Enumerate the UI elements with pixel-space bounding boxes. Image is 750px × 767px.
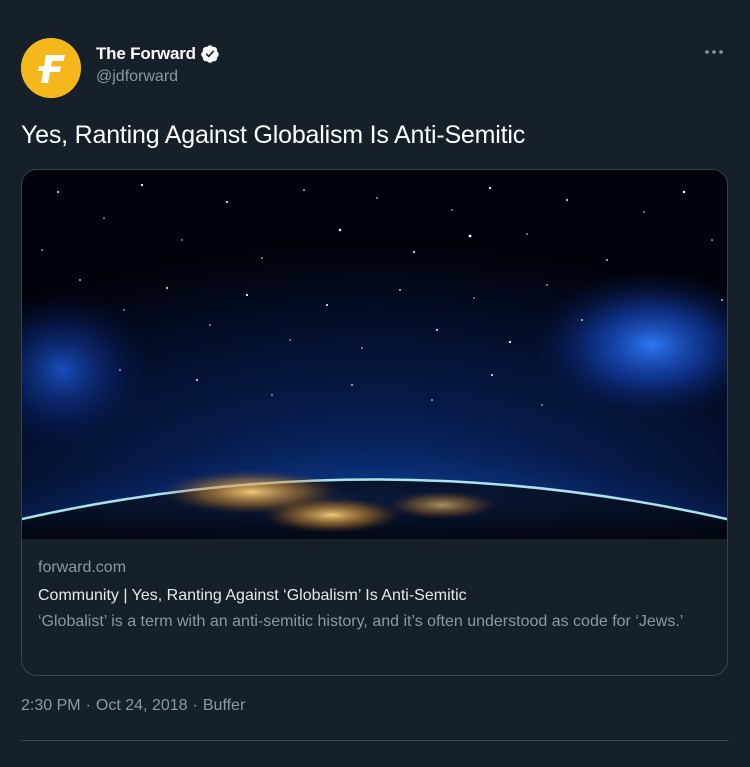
- card-description: ‘Globalist’ is a term with an anti-semit…: [38, 613, 684, 630]
- tweet-date[interactable]: Oct 24, 2018: [96, 697, 188, 715]
- tweet-time[interactable]: 2:30 PM: [21, 697, 81, 715]
- card-title: Community | Yes, Ranting Against ‘Global…: [38, 587, 467, 604]
- forward-logo-icon: [21, 38, 81, 98]
- tweet: The Forward @jdforward Yes, Ranting Agai…: [0, 0, 750, 767]
- card-image[interactable]: [22, 170, 727, 539]
- tweet-meta: 2:30 PM · Oct 24, 2018 · Buffer: [21, 697, 245, 715]
- card-meta: forward.com Community | Yes, Ranting Aga…: [38, 558, 713, 634]
- tweet-source[interactable]: Buffer: [203, 697, 245, 715]
- separator: ·: [192, 697, 198, 714]
- earth-from-space-image: [22, 170, 727, 539]
- divider: [21, 740, 729, 741]
- link-card[interactable]: forward.com Community | Yes, Ranting Aga…: [21, 169, 728, 676]
- display-name[interactable]: The Forward: [96, 44, 196, 64]
- verified-badge-icon: [200, 44, 220, 64]
- card-domain: forward.com: [38, 559, 127, 576]
- more-options-icon[interactable]: [702, 40, 726, 64]
- avatar[interactable]: [21, 38, 81, 98]
- author-info: The Forward @jdforward: [96, 43, 220, 86]
- tweet-text: Yes, Ranting Against Globalism Is Anti-S…: [21, 121, 526, 149]
- user-handle[interactable]: @jdforward: [96, 68, 220, 86]
- tweet-header: The Forward @jdforward: [21, 38, 729, 98]
- separator: ·: [85, 697, 91, 714]
